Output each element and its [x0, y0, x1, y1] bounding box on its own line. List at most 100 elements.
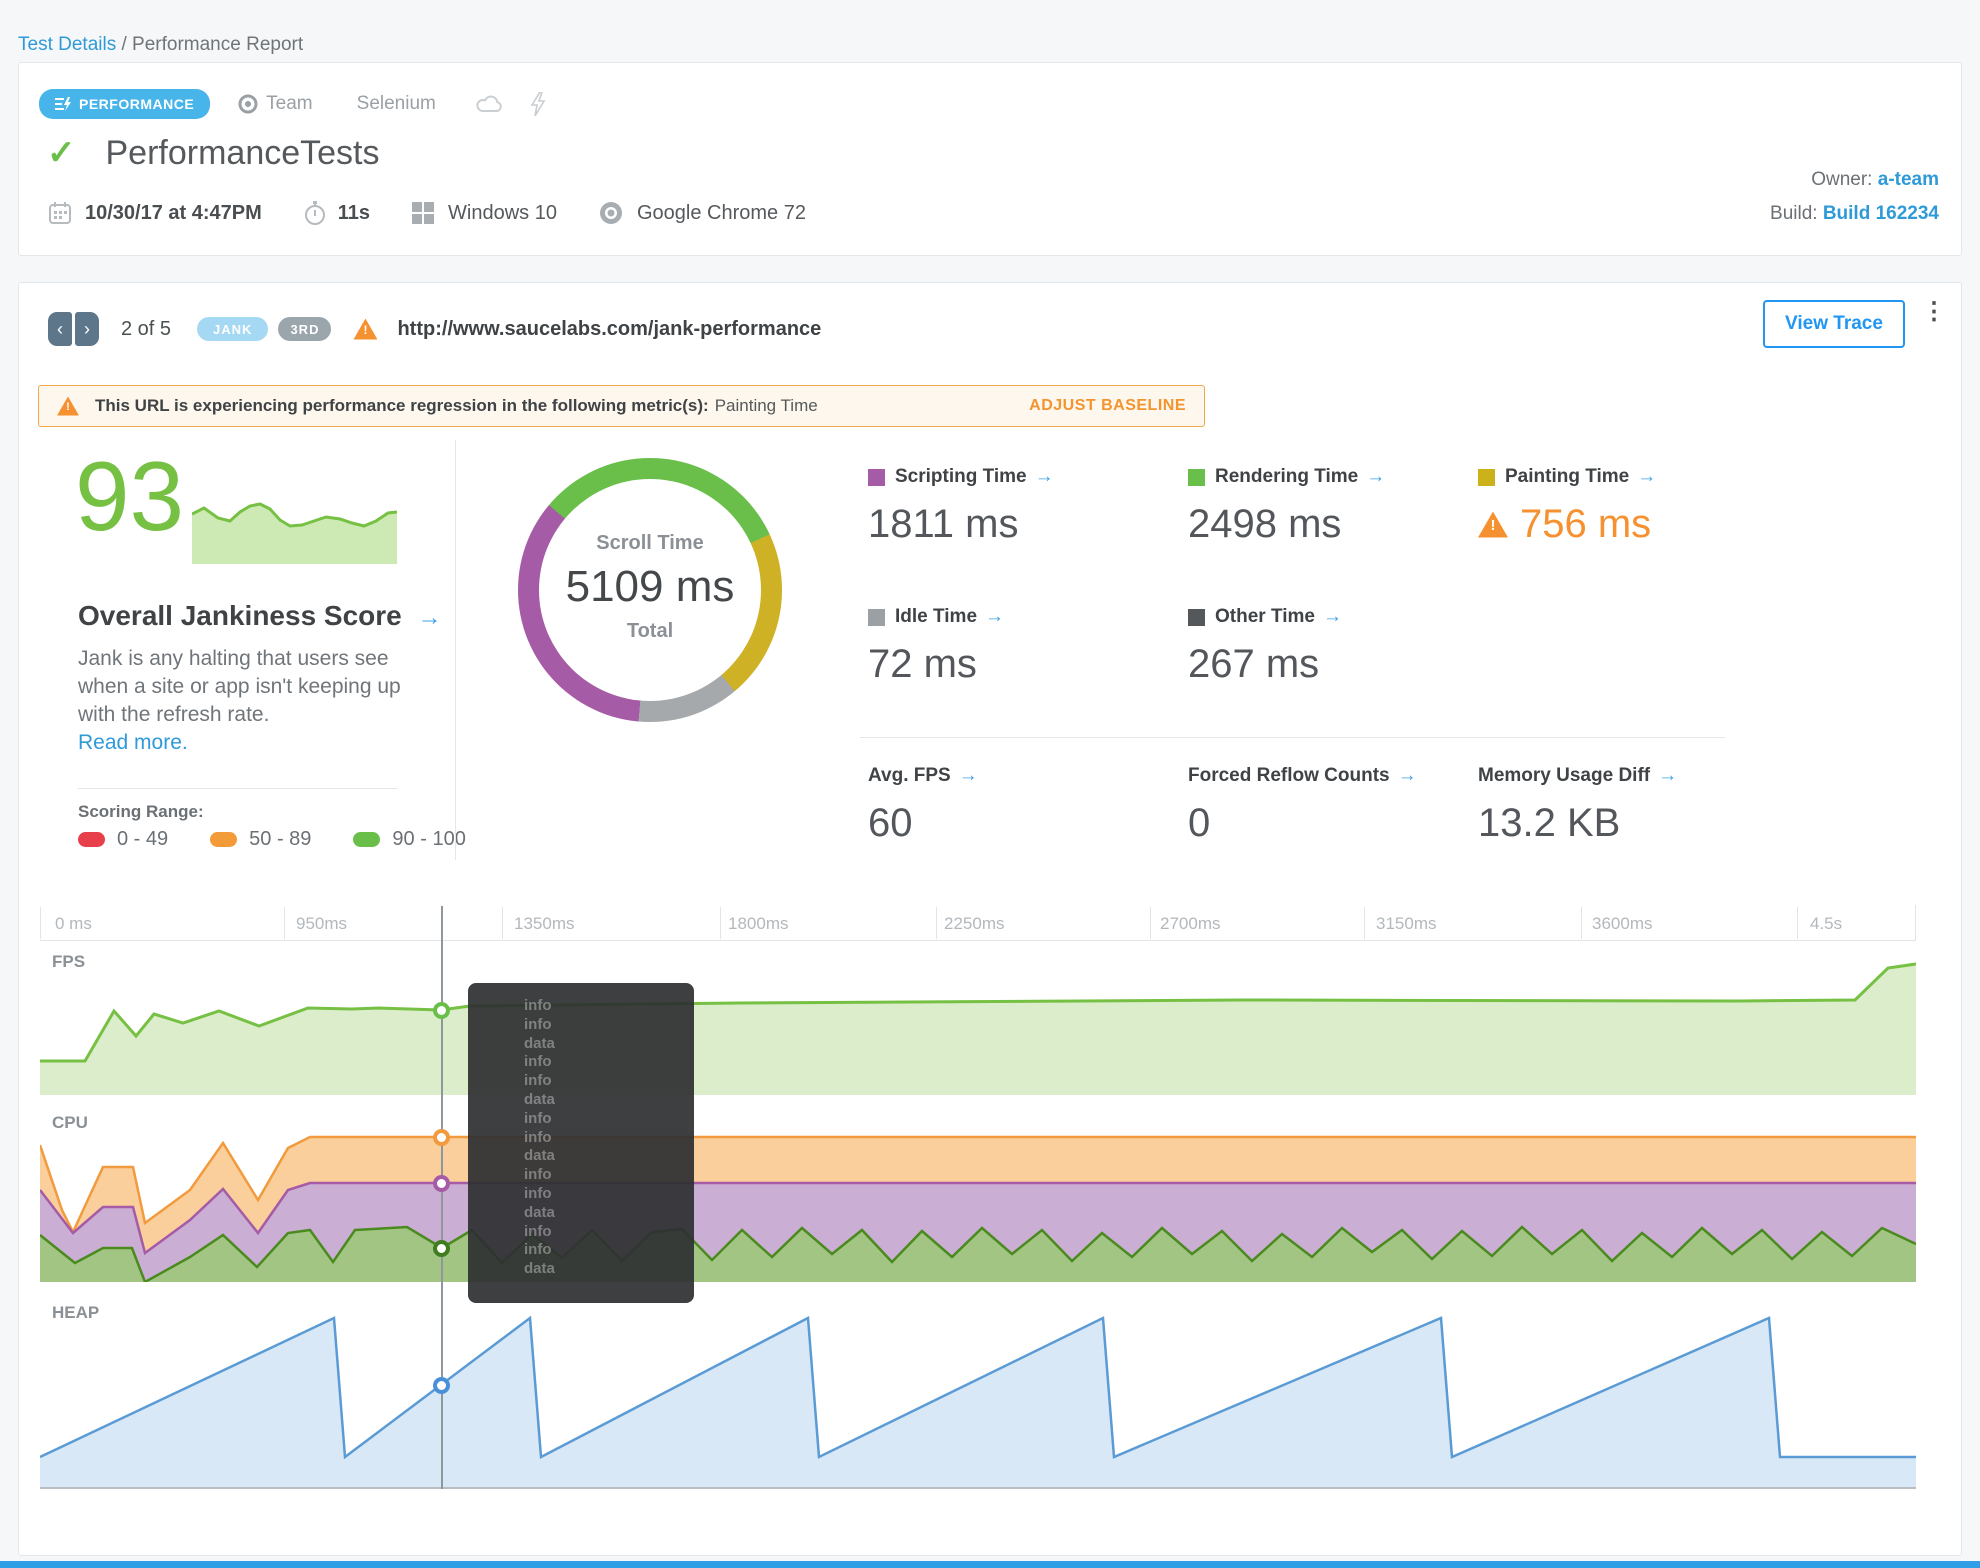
title-row: ✓ PerformanceTests [47, 133, 380, 173]
range-label-0: 0 - 49 [117, 828, 169, 850]
test-header-card: PERFORMANCE Team Selenium ✓ PerformanceT… [18, 62, 1962, 256]
cloud-icon [476, 95, 502, 113]
metric-detail-arrow-icon[interactable]: → [1637, 466, 1656, 488]
metric-label: Rendering Time [1215, 466, 1359, 487]
metric-detail-arrow-icon[interactable]: → [1366, 466, 1385, 488]
metric-rendering-time: Rendering Time → 2498 ms [1188, 466, 1385, 547]
tooltip-row: info [524, 1184, 552, 1202]
jankiness-score-value: 93 [75, 441, 185, 551]
metric-detail-arrow-icon[interactable]: → [959, 765, 978, 787]
fps-chart[interactable] [40, 940, 1916, 1095]
metric-swatch [868, 608, 885, 626]
score-description: Jank is any halting that users see when … [78, 647, 401, 726]
adjust-baseline-button[interactable]: ADJUST BASELINE [1029, 397, 1186, 415]
metrics-row-3: Avg. FPS → 60 Forced Reflow Counts → 0 Memory … [868, 765, 1768, 875]
tooltip-row: info [524, 997, 552, 1014]
column-divider [455, 440, 456, 860]
read-more-link[interactable]: Read more. [78, 731, 188, 754]
fps-chart-label: FPS [52, 952, 86, 971]
cursor-marker-4 [433, 1377, 450, 1394]
cursor-marker-3 [433, 1240, 450, 1257]
metric-detail-arrow-icon[interactable]: → [1323, 606, 1342, 628]
metric-detail-arrow-icon[interactable]: → [1398, 765, 1417, 787]
banner-metric: Painting Time [714, 396, 818, 415]
windows-icon [412, 202, 435, 224]
tooltip-row: info [524, 1166, 552, 1184]
tooltip-row: info [524, 1053, 552, 1071]
tick-separator [720, 907, 721, 939]
prev-page-button[interactable]: ‹ [48, 312, 72, 346]
meta-row: 10/30/17 at 4:47PM 11s Windows 10 Google… [49, 201, 806, 225]
tick-separator [40, 907, 41, 939]
metric-value: 267 ms [1188, 642, 1320, 686]
score-title-row: Overall Jankiness Score → [78, 600, 442, 632]
metric-scripting-time: Scripting Time → 1811 ms [868, 466, 1054, 547]
test-title: PerformanceTests [105, 133, 380, 172]
banner-text: This URL is experiencing performance reg… [95, 396, 709, 415]
tooltip-row: info [524, 1128, 552, 1146]
bottom-accent-bar [0, 1561, 1980, 1568]
donut-label-bottom: Total [626, 620, 674, 642]
tick-label-5: 2700ms [1160, 914, 1221, 933]
owner-link[interactable]: a-team [1878, 169, 1939, 190]
breadcrumb: Test Details / Performance Report [18, 34, 303, 56]
visibility-icon [238, 94, 258, 114]
breadcrumb-current: Performance Report [132, 34, 304, 55]
timeline-axis: 0 ms 950ms 1350ms 1800ms 2250ms 2700ms 3150ms 3… [40, 905, 1916, 941]
range-swatch-0 [78, 832, 105, 847]
third-party-badge: 3RD [278, 317, 332, 341]
cursor-marker-1 [433, 1129, 450, 1146]
heap-chart[interactable] [40, 1310, 1916, 1488]
chrome-icon [599, 202, 622, 224]
tick-separator [1150, 907, 1151, 939]
metric-label: Scripting Time [895, 466, 1027, 487]
range-swatch-2 [353, 832, 381, 847]
score-sparkline [192, 500, 397, 564]
build-link[interactable]: Build 162234 [1823, 203, 1939, 224]
cursor-marker-2 [433, 1175, 450, 1192]
tooltip-row: data [524, 1090, 555, 1108]
next-page-button[interactable]: › [75, 312, 99, 346]
metric-detail-arrow-icon[interactable]: → [1035, 466, 1054, 488]
lightning-icon [530, 92, 546, 116]
test-os: Windows 10 [448, 201, 557, 224]
metric-detail-arrow-icon[interactable]: → [1658, 765, 1677, 787]
tooltip-row: data [524, 1147, 555, 1165]
page-url: http://www.saucelabs.com/jank-performanc… [397, 317, 822, 340]
score-title: Overall Jankiness Score [78, 600, 402, 631]
regression-banner: This URL is experiencing performance reg… [38, 385, 1205, 427]
test-browser: Google Chrome 72 [636, 201, 806, 224]
url-warning-icon [353, 318, 378, 340]
tick-label-0: 0 ms [55, 914, 92, 933]
tooltip-row: info [524, 1222, 552, 1240]
view-trace-button[interactable]: View Trace [1763, 300, 1905, 348]
tick-separator [502, 907, 503, 939]
timeline-cursor[interactable] [441, 906, 443, 1489]
calendar-icon [49, 202, 71, 224]
owner-line: Owner: a-team [1811, 169, 1939, 190]
tooltip-row: data [524, 1203, 555, 1221]
metrics-row-2: Idle Time → 72 ms Other Time → 267 ms [868, 606, 1768, 726]
framework-label: Selenium [356, 93, 436, 114]
breadcrumb-test-details-link[interactable]: Test Details [18, 34, 116, 55]
metric-warning-icon [1478, 511, 1508, 538]
metric-avg-fps: Avg. FPS → 60 [868, 765, 978, 846]
performance-badge: PERFORMANCE [39, 89, 211, 119]
kebab-menu[interactable]: ⋮ [1922, 300, 1946, 324]
tick-label-4: 2250ms [944, 914, 1005, 933]
metric-swatch [1188, 468, 1205, 486]
stopwatch-icon [304, 201, 325, 225]
heap-chart-label: HEAP [52, 1303, 100, 1322]
cpu-chart[interactable] [40, 1130, 1916, 1282]
score-detail-arrow-icon[interactable]: → [418, 604, 442, 631]
tick-separator [284, 907, 285, 939]
metric-label: Other Time [1215, 606, 1315, 627]
range-label-1: 50 - 89 [249, 828, 312, 850]
scroll-time-donut: Scroll Time 5109 ms Total [518, 458, 782, 722]
metric-label: Idle Time [895, 606, 978, 627]
metric-detail-arrow-icon[interactable]: → [985, 606, 1004, 628]
tooltip-row: info [524, 1241, 552, 1259]
test-duration: 11s [337, 201, 371, 224]
metric-label: Painting Time [1505, 466, 1630, 487]
score-divider [78, 788, 398, 789]
